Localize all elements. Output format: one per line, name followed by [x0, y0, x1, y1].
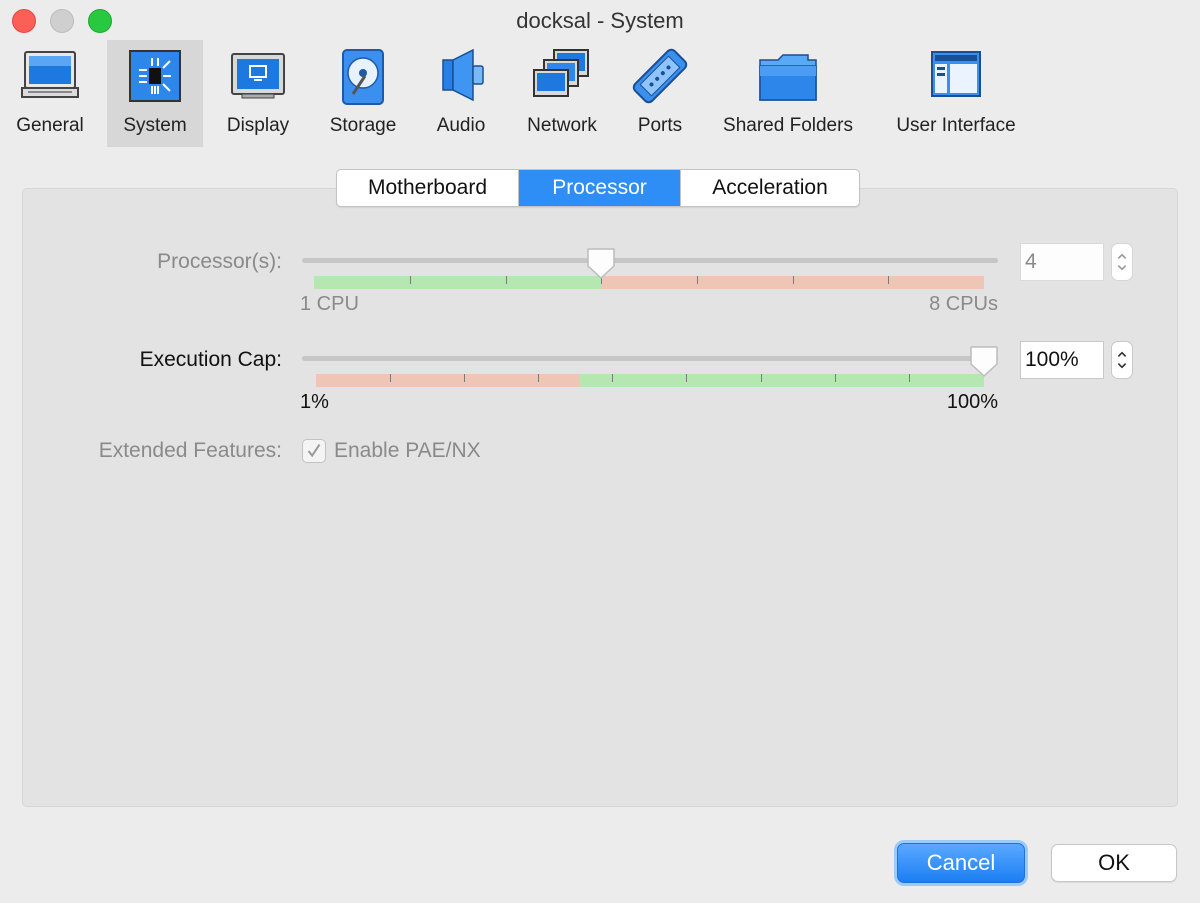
toolbar-item-user-interface[interactable]: User Interface	[884, 40, 1028, 147]
storage-icon	[342, 49, 384, 105]
processors-label: Processor(s):	[157, 250, 282, 273]
execution-cap-scale-ok	[580, 374, 984, 387]
toolbar-item-label: Audio	[436, 115, 486, 136]
scale-tick	[464, 374, 465, 382]
scale-tick	[835, 374, 836, 382]
toolbar-item-shared-folders[interactable]: Shared Folders	[714, 40, 862, 147]
ports-icon	[632, 48, 688, 104]
tab-acceleration[interactable]: Acceleration	[681, 170, 859, 206]
processors-stepper[interactable]	[1111, 243, 1133, 281]
system-icon	[129, 50, 181, 102]
toolbar-item-label: Storage	[329, 115, 397, 136]
processors-scale	[314, 276, 984, 289]
title-bar: docksal - System	[0, 0, 1200, 40]
processors-value-field[interactable]: 4	[1020, 243, 1104, 281]
cancel-button[interactable]: Cancel	[897, 843, 1025, 883]
enable-pae-nx-label: Enable PAE/NX	[334, 439, 481, 462]
toolbar-item-label: System	[123, 115, 187, 136]
general-icon	[21, 51, 79, 98]
system-tabs: Motherboard Processor Acceleration	[336, 169, 860, 207]
ok-button[interactable]: OK	[1051, 844, 1177, 882]
tab-processor[interactable]: Processor	[519, 170, 681, 206]
scale-tick	[793, 276, 794, 284]
toolbar-item-label: Network	[527, 115, 597, 136]
audio-icon	[442, 48, 484, 102]
execution-cap-slider-thumb[interactable]	[968, 344, 1000, 378]
extended-features-label: Extended Features:	[98, 439, 282, 462]
toolbar-item-label: General	[16, 115, 84, 136]
scale-tick	[410, 276, 411, 284]
toolbar-item-label: Shared Folders	[723, 115, 853, 136]
execution-cap-slider-track[interactable]	[302, 356, 998, 361]
scale-tick	[697, 276, 698, 284]
toolbar-item-storage[interactable]: Storage	[318, 40, 408, 147]
toolbar-item-label: Ports	[637, 115, 683, 136]
toolbar-item-network[interactable]: Network	[516, 40, 608, 147]
scale-tick	[538, 374, 539, 382]
scale-tick	[909, 374, 910, 382]
toolbar-item-audio[interactable]: Audio	[420, 40, 502, 147]
processors-slider-thumb[interactable]	[585, 246, 617, 280]
execution-cap-label: Execution Cap:	[139, 348, 282, 371]
scale-tick	[686, 374, 687, 382]
execution-cap-stepper[interactable]	[1111, 341, 1133, 379]
toolbar-item-display[interactable]: Display	[214, 40, 302, 147]
toolbar-item-system[interactable]: System	[107, 40, 203, 147]
execution-cap-value-field[interactable]: 100%	[1020, 341, 1104, 379]
window-title: docksal - System	[516, 8, 684, 33]
processors-max-label: 8 CPUs	[929, 293, 998, 315]
scale-tick	[506, 276, 507, 284]
tab-motherboard[interactable]: Motherboard	[337, 170, 519, 206]
scale-tick	[761, 374, 762, 382]
enable-pae-nx-checkbox[interactable]	[302, 439, 326, 463]
network-icon	[533, 49, 589, 97]
toolbar-item-general[interactable]: General	[4, 40, 96, 147]
processors-slider-track[interactable]	[302, 258, 998, 263]
toolbar-item-label: Display	[226, 115, 290, 136]
scale-tick	[390, 374, 391, 382]
execution-cap-max-label: 100%	[946, 391, 998, 413]
toolbar-item-ports[interactable]: Ports	[620, 40, 700, 147]
toolbar-item-label: User Interface	[896, 115, 1016, 136]
user-interface-icon	[931, 51, 981, 97]
scale-tick	[888, 276, 889, 284]
processors-scale-recommended	[314, 276, 601, 289]
display-icon	[231, 53, 285, 99]
execution-cap-scale	[316, 374, 984, 387]
execution-cap-scale-low	[316, 374, 580, 387]
processors-min-label: 1 CPU	[300, 293, 359, 315]
execution-cap-min-label: 1%	[300, 391, 329, 413]
scale-tick	[612, 374, 613, 382]
shared-folders-icon	[759, 54, 817, 101]
settings-toolbar: General System Display Storage Audio Net…	[0, 40, 1200, 148]
